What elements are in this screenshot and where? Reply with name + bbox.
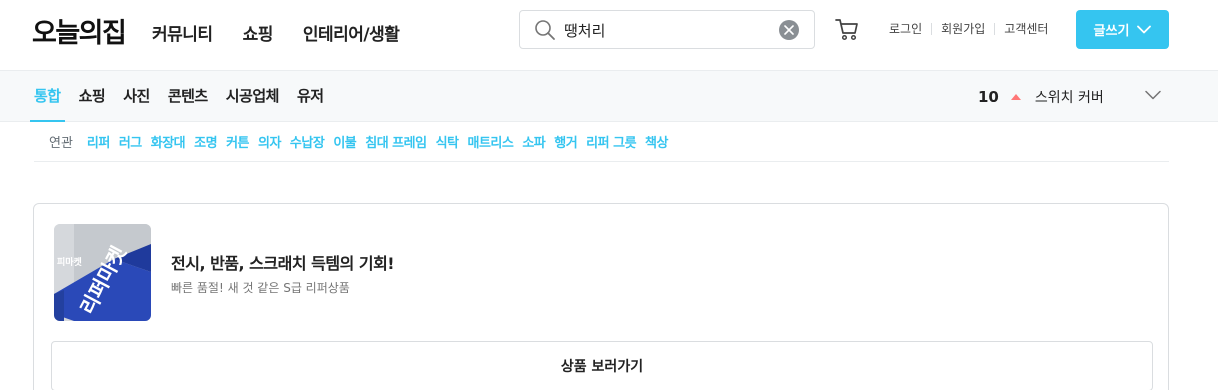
related-label: 연관: [49, 136, 73, 151]
login-link[interactable]: 로그인: [880, 20, 931, 37]
write-button[interactable]: 글쓰기: [1076, 10, 1169, 49]
related-keyword[interactable]: 식탁: [436, 132, 459, 151]
tab-photos[interactable]: 사진: [123, 71, 150, 121]
nav-item-shopping[interactable]: 쇼핑: [243, 20, 274, 45]
utility-links: 로그인 회원가입 고객센터: [880, 20, 1057, 37]
promo-subtitle: 빠른 품절! 새 것 같은 S급 리퍼상품: [171, 281, 350, 295]
promo-card[interactable]: 리퍼마켓 피마켓 전시, 반품, 스크래치 득템의 기회! 빠른 품절! 새 것…: [33, 203, 1169, 390]
tab-all[interactable]: 통합: [30, 71, 65, 122]
chevron-down-icon[interactable]: [1145, 90, 1161, 100]
related-keyword[interactable]: 책상: [645, 132, 668, 151]
signup-link[interactable]: 회원가입: [932, 20, 994, 37]
promo-thumbnail: 리퍼마켓 피마켓: [54, 224, 151, 321]
related-keyword[interactable]: 화장대: [151, 132, 186, 151]
trend-up-icon: [1010, 94, 1021, 100]
customer-center-link[interactable]: 고객센터: [995, 20, 1057, 37]
search-tabs-bar: 통합 쇼핑 사진 콘텐츠 시공업체 유저 10 스위치 커버: [0, 70, 1218, 122]
promo-thumb-caption: 피마켓: [57, 256, 83, 268]
trending-keyword[interactable]: 10 스위치 커버: [978, 87, 1104, 107]
main-nav: 커뮤니티 쇼핑 인테리어/생활: [152, 20, 400, 45]
search-icon: [535, 20, 555, 40]
nav-item-community[interactable]: 커뮤니티: [152, 20, 213, 45]
related-keyword[interactable]: 조명: [194, 132, 217, 151]
related-keywords: 연관 리퍼 러그 화장대 조명 커튼 의자 수납장 이불 침대 프레임 식탁 매…: [34, 122, 1169, 162]
trending-rank: 10: [978, 88, 999, 106]
related-keyword[interactable]: 매트리스: [467, 132, 513, 151]
clear-icon[interactable]: [779, 20, 799, 40]
logo[interactable]: 오늘의집: [32, 11, 127, 50]
tab-contents[interactable]: 콘텐츠: [168, 71, 208, 121]
search-box: [519, 10, 815, 49]
cart-icon[interactable]: [834, 16, 860, 42]
write-button-label: 글쓰기: [1093, 24, 1130, 39]
chevron-down-icon: [1137, 25, 1152, 34]
related-keyword[interactable]: 수납장: [290, 132, 325, 151]
tab-contractors[interactable]: 시공업체: [226, 71, 280, 121]
top-header: 오늘의집 커뮤니티 쇼핑 인테리어/생활 로그인 회원가입 고객센터 글쓰기: [0, 0, 1218, 70]
related-keyword[interactable]: 커튼: [226, 132, 249, 151]
related-keyword[interactable]: 리퍼: [87, 132, 110, 151]
tab-users[interactable]: 유저: [297, 71, 324, 121]
related-keyword[interactable]: 리퍼 그릇: [586, 132, 636, 151]
related-keyword[interactable]: 침대 프레임: [365, 132, 427, 151]
related-keyword[interactable]: 소파: [522, 132, 545, 151]
trending-keyword-text: 스위치 커버: [1034, 90, 1104, 106]
related-keyword[interactable]: 러그: [119, 132, 142, 151]
related-keyword[interactable]: 행거: [554, 132, 577, 151]
nav-item-interior-life[interactable]: 인테리어/생활: [303, 20, 400, 45]
tab-shopping[interactable]: 쇼핑: [79, 71, 106, 121]
view-products-button[interactable]: 상품 보러가기: [51, 341, 1153, 390]
search-input[interactable]: [564, 19, 784, 41]
related-keyword[interactable]: 의자: [258, 132, 281, 151]
promo-title: 전시, 반품, 스크래치 득템의 기회!: [171, 254, 395, 273]
related-keyword[interactable]: 이불: [333, 132, 356, 151]
search-tabs: 통합 쇼핑 사진 콘텐츠 시공업체 유저: [30, 71, 324, 122]
